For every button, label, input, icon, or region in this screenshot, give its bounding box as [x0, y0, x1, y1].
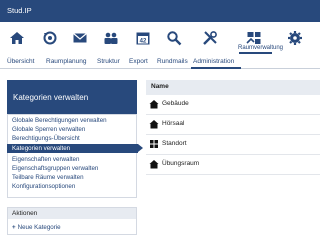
row-label: Standort	[162, 140, 187, 147]
sidebar-title: Kategorien verwalten	[7, 80, 137, 114]
sidebar-item-divisible-rooms[interactable]: Teilbare Räume verwalten	[12, 174, 84, 181]
actions-title: Aktionen	[8, 208, 136, 219]
table-row[interactable]: Hörsaal	[146, 115, 320, 135]
plus-icon: +	[12, 224, 16, 231]
tab-administration[interactable]: Administration	[193, 58, 234, 65]
new-category-label: Neue Kategorie	[17, 224, 61, 231]
tab-uebersicht[interactable]: Übersicht	[7, 58, 34, 65]
location-icon	[149, 139, 159, 149]
building-icon	[149, 159, 159, 169]
column-header-name[interactable]: Name	[151, 83, 169, 90]
home-icon[interactable]	[7, 28, 27, 48]
tools-icon[interactable]	[200, 28, 220, 48]
app-title[interactable]: Stud.IP	[7, 6, 32, 15]
active-item-arrow	[138, 144, 143, 152]
tab-raumplanung[interactable]: Raumplanung	[46, 58, 86, 65]
active-nav-label[interactable]: Raumverwaltung	[238, 45, 283, 51]
tab-export[interactable]: Export	[129, 58, 148, 65]
row-label: Hörsaal	[162, 120, 185, 127]
sidebar-item-property-groups[interactable]: Eigenschaftsgruppen verwalten	[12, 165, 98, 172]
sidebar-item-properties[interactable]: Eigenschaften verwalten	[12, 156, 79, 163]
admin-gear-icon[interactable]	[285, 28, 305, 48]
sidebar-menu: Globale Berechtigungen verwalten Globale…	[7, 114, 143, 198]
tab-rundmails[interactable]: Rundmails	[157, 58, 188, 65]
sidebar-item-global-locks[interactable]: Globale Sperren verwalten	[12, 126, 85, 133]
sidebar-item-permission-overview[interactable]: Berechtigungs-Übersicht	[12, 135, 80, 142]
table-header: Name	[146, 80, 320, 95]
sidebar-item-config-options[interactable]: Konfigurationsoptionen	[12, 183, 75, 190]
table-row[interactable]: Gebäude	[146, 95, 320, 115]
row-label: Gebäude	[162, 100, 189, 107]
row-label: Übungsraum	[162, 160, 200, 167]
calendar-day-text: 42	[140, 39, 147, 45]
active-nav-indicator	[239, 52, 272, 54]
main-icon-nav: 42 Raumverwaltung	[0, 22, 320, 56]
sidebar-item-global-permissions[interactable]: Globale Berechtigungen verwalten	[12, 117, 107, 124]
table-row[interactable]: Übungsraum	[146, 155, 320, 175]
building-icon	[149, 99, 159, 109]
community-icon[interactable]	[101, 28, 121, 48]
building-icon	[149, 119, 159, 129]
sub-navigation: Übersicht Raumplanung Struktur Export Ru…	[0, 56, 320, 69]
table-row[interactable]: Standort	[146, 135, 320, 155]
sidebar-item-label: Kategorien verwalten	[12, 145, 71, 152]
activity-icon[interactable]	[40, 28, 60, 48]
calendar-icon[interactable]: 42	[133, 28, 153, 48]
mail-icon[interactable]	[70, 28, 90, 48]
sidebar-item-categories[interactable]: Kategorien verwalten	[7, 144, 143, 153]
search-icon[interactable]	[164, 28, 184, 48]
tab-struktur[interactable]: Struktur	[97, 58, 120, 65]
new-category-link[interactable]: + Neue Kategorie	[12, 224, 61, 231]
actions-panel: Aktionen + Neue Kategorie	[7, 207, 137, 235]
top-bar: Stud.IP	[0, 0, 320, 22]
